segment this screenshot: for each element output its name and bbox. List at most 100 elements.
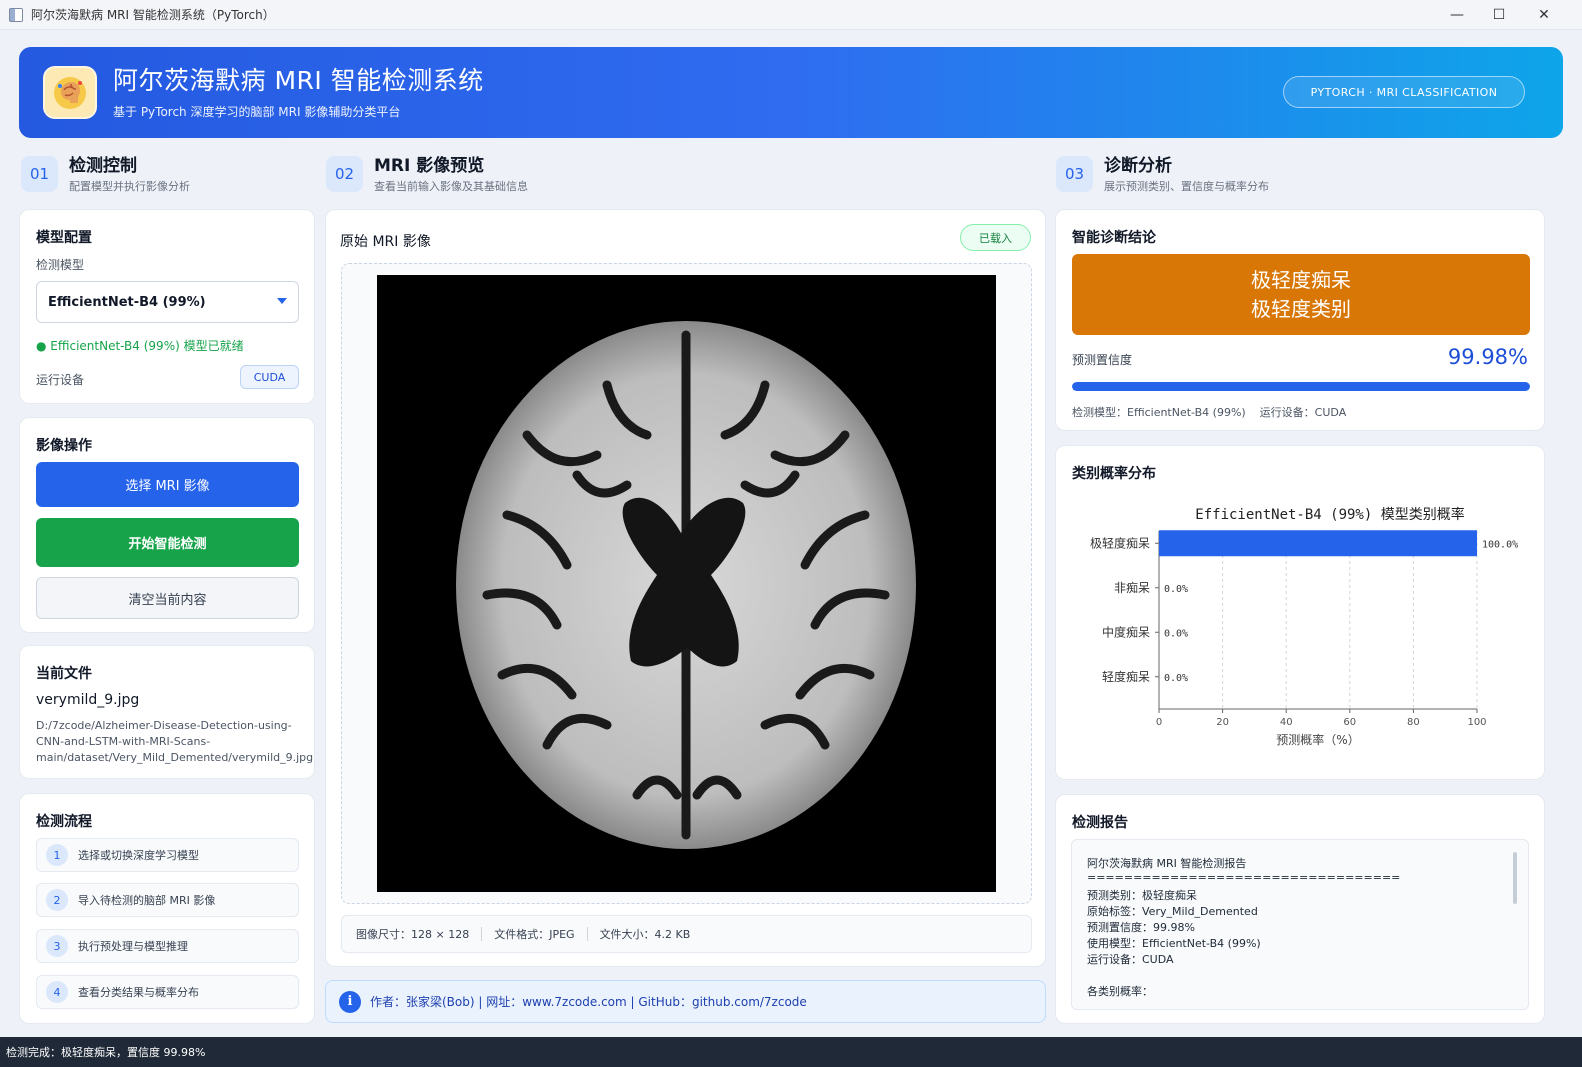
step-text: 执行预处理与模型推理 bbox=[78, 940, 188, 953]
report-scrollbar[interactable] bbox=[1513, 852, 1517, 904]
step-text: 查看分类结果与概率分布 bbox=[78, 986, 199, 999]
section-title: 诊断分析 bbox=[1104, 156, 1172, 176]
image-filesize: 文件大小：4.2 KB bbox=[599, 928, 691, 941]
image-size: 图像尺寸：128 × 128 bbox=[356, 928, 470, 941]
bar-value-label: 100.0% bbox=[1482, 539, 1518, 550]
report-line: 阿尔茨海默病 MRI 智能检测报告 bbox=[1087, 857, 1247, 870]
image-meta-bar: 图像尺寸：128 × 128 文件格式：JPEG 文件大小：4.2 KB bbox=[341, 915, 1032, 953]
start-detection-button[interactable]: 开始智能检测 bbox=[36, 518, 299, 567]
maximize-button[interactable]: ☐ bbox=[1476, 0, 1522, 30]
x-tick-label: 0 bbox=[1156, 717, 1162, 728]
section-number: 01 bbox=[21, 156, 58, 192]
report-line: 预测类别：极轻度痴呆 bbox=[1087, 889, 1197, 902]
info-icon: i bbox=[339, 990, 361, 1013]
author-text: 作者：张家梁(Bob) | 网址：www.7zcode.com | GitHub… bbox=[370, 995, 807, 1009]
model-label: 检测模型 bbox=[36, 258, 85, 272]
card-title: 检测流程 bbox=[36, 814, 92, 830]
brain-logo-icon bbox=[43, 66, 97, 119]
x-tick-label: 60 bbox=[1343, 717, 1356, 728]
image-actions-card: 影像操作 选择 MRI 影像 开始智能检测 清空当前内容 bbox=[19, 417, 315, 633]
clear-button[interactable]: 清空当前内容 bbox=[36, 577, 299, 619]
flow-step: 1 选择或切换深度学习模型 bbox=[36, 838, 299, 872]
model-select[interactable]: EfficientNet-B4 (99%) bbox=[36, 281, 299, 323]
framework-badge: PYTORCH · MRI CLASSIFICATION bbox=[1283, 76, 1525, 108]
device-label: 运行设备 bbox=[36, 373, 85, 387]
card-title: 模型配置 bbox=[36, 230, 92, 246]
report-line: ================================== bbox=[1087, 871, 1401, 884]
status-bar: 检测完成：极轻度痴呆，置信度 99.98% bbox=[0, 1037, 1582, 1067]
bar-value-label: 0.0% bbox=[1164, 673, 1188, 684]
x-tick-label: 100 bbox=[1467, 717, 1486, 728]
result-line-1: 极轻度痴呆 bbox=[1251, 267, 1351, 292]
confidence-label: 预测置信度 bbox=[1072, 353, 1133, 367]
category-label: 极轻度痴呆 bbox=[1090, 535, 1150, 550]
bar bbox=[1159, 530, 1477, 557]
app-title: 阿尔茨海默病 MRI 智能检测系统 bbox=[113, 66, 484, 95]
probability-chart: EfficientNet-B4 (99%) 模型类别概率 0 20 40 60 80 100… bbox=[1090, 506, 1518, 747]
card-title: 智能诊断结论 bbox=[1072, 230, 1156, 246]
card-title: 当前文件 bbox=[36, 666, 92, 682]
current-file-card: 当前文件 verymild_9.jpg D:/7zcode/Alzheimer-… bbox=[19, 645, 315, 779]
report-line: 各类别概率： bbox=[1087, 985, 1153, 998]
app-subtitle: 基于 PyTorch 深度学习的脑部 MRI 影像辅助分类平台 bbox=[113, 105, 401, 119]
x-tick-label: 20 bbox=[1216, 717, 1229, 728]
chevron-down-icon bbox=[277, 298, 287, 304]
step-text: 选择或切换深度学习模型 bbox=[78, 849, 199, 862]
section-subtitle: 查看当前输入影像及其基础信息 bbox=[374, 180, 528, 193]
x-tick-label: 40 bbox=[1280, 717, 1293, 728]
image-frame bbox=[341, 263, 1032, 904]
detection-flow-card: 检测流程 1 选择或切换深度学习模型 2 导入待检测的脑部 MRI 影像 3 执行预处… bbox=[19, 793, 315, 1024]
card-title: 检测报告 bbox=[1072, 815, 1128, 831]
category-label: 非痴呆 bbox=[1114, 580, 1150, 595]
confidence-bar-fill bbox=[1072, 382, 1530, 391]
report-line: 运行设备：CUDA bbox=[1087, 953, 1174, 966]
file-name: verymild_9.jpg bbox=[36, 692, 140, 708]
flow-step: 2 导入待检测的脑部 MRI 影像 bbox=[36, 883, 299, 917]
window-titlebar: 阿尔茨海默病 MRI 智能检测系统（PyTorch） — ☐ ✕ bbox=[0, 0, 1582, 30]
model-config-card: 模型配置 检测模型 EfficientNet-B4 (99%) ● Effici… bbox=[19, 209, 315, 404]
section-title: 检测控制 bbox=[69, 156, 137, 176]
report-card: 检测报告 阿尔茨海默病 MRI 智能检测报告 ==================… bbox=[1055, 794, 1545, 1024]
result-line-2: 极轻度类别 bbox=[1251, 296, 1351, 321]
section-number: 02 bbox=[326, 156, 363, 192]
file-path: D:/7zcode/Alzheimer-Disease-Detection-us… bbox=[36, 719, 314, 764]
step-number: 2 bbox=[46, 889, 68, 911]
card-title: 类别概率分布 bbox=[1072, 466, 1156, 482]
chart-title: EfficientNet-B4 (99%) 模型类别概率 bbox=[1195, 506, 1464, 523]
close-button[interactable]: ✕ bbox=[1521, 0, 1567, 30]
model-select-value: EfficientNet-B4 (99%) bbox=[48, 294, 206, 310]
model-ready-status: ● EfficientNet-B4 (99%) 模型已就绪 bbox=[36, 339, 244, 353]
select-mri-button[interactable]: 选择 MRI 影像 bbox=[36, 462, 299, 507]
app-icon bbox=[9, 7, 23, 22]
confidence-bar bbox=[1072, 382, 1530, 391]
probability-card: 类别概率分布 EfficientNet-B4 (99%) 模型类别概率 0 20 40… bbox=[1055, 445, 1545, 780]
x-tick-label: 80 bbox=[1407, 717, 1420, 728]
minimize-button[interactable]: — bbox=[1434, 0, 1480, 30]
report-line: 使用模型：EfficientNet-B4 (99%) bbox=[1087, 937, 1261, 950]
device-badge: CUDA bbox=[240, 365, 299, 389]
category-label: 轻度痴呆 bbox=[1102, 669, 1150, 684]
bar-value-label: 0.0% bbox=[1164, 584, 1188, 595]
report-line: 预测置信度：99.98% bbox=[1087, 921, 1195, 934]
mri-image bbox=[377, 275, 996, 892]
flow-step: 3 执行预处理与模型推理 bbox=[36, 929, 299, 963]
section-header-control: 01 检测控制配置模型并执行影像分析 bbox=[21, 156, 190, 194]
bar-value-label: 0.0% bbox=[1164, 628, 1188, 639]
section-subtitle: 配置模型并执行影像分析 bbox=[69, 180, 190, 193]
step-number: 3 bbox=[46, 935, 68, 957]
diagnosis-result: 极轻度痴呆 极轻度类别 bbox=[1072, 254, 1530, 335]
category-label: 中度痴呆 bbox=[1102, 624, 1150, 639]
step-number: 1 bbox=[46, 844, 68, 866]
flow-step: 4 查看分类结果与概率分布 bbox=[36, 975, 299, 1009]
section-header-preview: 02 MRI 影像预览 查看当前输入影像及其基础信息 bbox=[326, 156, 528, 194]
report-text-area[interactable]: 阿尔茨海默病 MRI 智能检测报告 =======================… bbox=[1071, 839, 1529, 1010]
diagnosis-meta: 检测模型：EfficientNet-B4 (99%) 运行设备：CUDA bbox=[1072, 406, 1347, 419]
section-number: 03 bbox=[1056, 156, 1093, 192]
confidence-value: 99.98% bbox=[1447, 345, 1528, 369]
author-footer: i 作者：张家梁(Bob) | 网址：www.7zcode.com | GitH… bbox=[325, 980, 1046, 1023]
x-axis-label: 预测概率（%） bbox=[1276, 732, 1359, 747]
section-header-analysis: 03 诊断分析展示预测类别、置信度与概率分布 bbox=[1056, 156, 1269, 194]
section-subtitle: 展示预测类别、置信度与概率分布 bbox=[1104, 180, 1269, 193]
diagnosis-card: 智能诊断结论 极轻度痴呆 极轻度类别 预测置信度 99.98% 检测模型：Eff… bbox=[1055, 209, 1545, 431]
report-line: 原始标签：Very_Mild_Demented bbox=[1087, 905, 1258, 918]
